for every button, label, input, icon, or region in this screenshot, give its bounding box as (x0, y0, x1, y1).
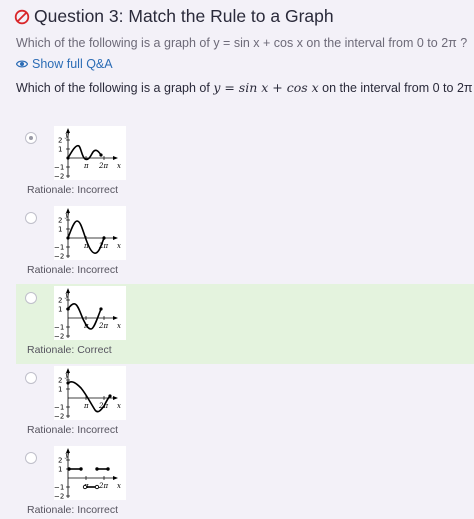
closed-endpoint (106, 467, 110, 471)
question-expression: y = sin x + cos x (213, 80, 319, 95)
option-graph-1[interactable]: y 2 1 −1 −2 π 2π x (54, 126, 126, 180)
x-axis-label: x (117, 242, 121, 250)
ban-icon (14, 9, 30, 24)
answer-radio-2[interactable] (25, 212, 37, 224)
function-curve (67, 144, 102, 161)
rationale-2: Rationale: Incorrect (27, 264, 119, 276)
answer-radio-5[interactable] (25, 452, 37, 464)
question-text: Which of the following is a graph of y =… (16, 80, 474, 95)
show-full-qa-link[interactable]: Show full Q&A (16, 57, 113, 71)
x-axis-arrow (113, 476, 118, 480)
option-graph-5-svg: y 2 1 −1 −2 π 2π x (54, 448, 121, 501)
option-graph-2-svg: y 2 1 −1 −2 π 2π x (54, 208, 121, 261)
tick-label-1: 1 (58, 386, 62, 394)
option-graph-2[interactable]: y 2 1 −1 −2 π 2π x (54, 206, 126, 260)
tick-label-1: 1 (58, 466, 62, 474)
rationale-4: Rationale: Incorrect (27, 424, 119, 436)
answer-option-1[interactable]: y 2 1 −1 −2 π 2π x Rationale: Incorrect (16, 124, 474, 204)
option-graph-1-svg: y 2 1 −1 −2 π 2π x (54, 128, 121, 181)
curve-endpoint (66, 236, 70, 240)
question-title-row: Question 3: Match the Rule to a Graph (14, 6, 334, 27)
closed-endpoint (95, 467, 99, 471)
rationale-3: Rationale: Correct (27, 344, 112, 356)
tick-label-neg2: −2 (54, 333, 64, 341)
x-axis-arrow (113, 316, 118, 320)
tick-label-neg1: −1 (54, 404, 64, 412)
curve-endpoint (66, 156, 70, 160)
option-graph-5[interactable]: y 2 1 −1 −2 π 2π x (54, 446, 126, 500)
tick-label-neg2: −2 (54, 413, 64, 421)
open-endpoint (82, 484, 88, 490)
curve-endpoint (99, 153, 103, 157)
option-graph-4-svg: y 2 1 −1 −2 π 2π x (54, 368, 121, 421)
x-axis-label: x (117, 162, 121, 170)
curve-endpoint (99, 307, 103, 311)
answer-option-5[interactable]: y 2 1 −1 −2 π 2π x Rationale: Incorrect (16, 444, 474, 519)
answer-option-4[interactable]: y 2 1 −1 −2 π 2π x Rationale: Incorrect (16, 364, 474, 444)
option-graph-3[interactable]: y 2 1 −1 −2 π 2π x (54, 286, 126, 340)
curve-endpoint (66, 307, 70, 311)
question-title: Question 3: Match the Rule to a Graph (34, 6, 334, 26)
two-pi-tick-label: 2π (98, 162, 108, 170)
closed-endpoint (67, 467, 71, 471)
curve-endpoint (66, 381, 70, 385)
closed-endpoint (79, 467, 83, 471)
pi-tick-label: π (83, 162, 89, 170)
tick-label-neg1: −1 (54, 164, 64, 172)
two-pi-tick-label: 2π (98, 482, 108, 490)
show-full-qa-label[interactable]: Show full Q&A (32, 57, 113, 71)
open-endpoint (94, 484, 100, 490)
tick-label-1: 1 (58, 306, 62, 314)
tick-label-2: 2 (58, 457, 62, 465)
tick-label-neg1: −1 (54, 484, 64, 492)
question-prefix: Which of the following is a graph of (16, 81, 214, 95)
x-axis-arrow (113, 396, 118, 400)
option-graph-4[interactable]: y 2 1 −1 −2 π 2π x (54, 366, 126, 420)
answer-radio-4[interactable] (25, 372, 37, 384)
two-pi-tick-label: 2π (98, 322, 108, 330)
tick-label-2: 2 (58, 217, 62, 225)
curve-endpoint (108, 394, 112, 398)
rationale-5: Rationale: Incorrect (27, 504, 119, 516)
question-suffix: on the interval from 0 to 2π ? (318, 81, 474, 95)
answer-option-3[interactable]: y 2 1 −1 −2 π 2π x Rationale: Correct (16, 284, 474, 364)
answer-radio-1[interactable] (25, 132, 37, 144)
question-summary: Which of the following is a graph of y =… (16, 36, 468, 50)
x-axis-arrow (113, 236, 118, 240)
tick-label-neg2: −2 (54, 253, 64, 261)
pi-tick-label: π (83, 402, 89, 410)
tick-label-neg1: −1 (54, 324, 64, 332)
tick-label-neg1: −1 (54, 244, 64, 252)
x-axis-label: x (117, 482, 121, 490)
tick-label-neg2: −2 (54, 493, 64, 501)
answer-option-2[interactable]: y 2 1 −1 −2 π 2π x Rationale: Incorrect (16, 204, 474, 284)
tick-label-2: 2 (58, 297, 62, 305)
rationale-1: Rationale: Incorrect (27, 184, 119, 196)
tick-label-2: 2 (58, 377, 62, 385)
tick-label-2: 2 (58, 137, 62, 145)
answer-radio-3[interactable] (25, 292, 37, 304)
curve-endpoint (102, 236, 106, 240)
tick-label-1: 1 (58, 226, 62, 234)
option-graph-3-svg: y 2 1 −1 −2 π 2π x (54, 288, 121, 341)
tick-label-neg2: −2 (54, 173, 64, 181)
x-axis-label: x (117, 322, 121, 330)
x-axis-label: x (117, 402, 121, 410)
tick-label-1: 1 (58, 146, 62, 154)
eye-icon (16, 60, 28, 68)
x-axis-arrow (113, 156, 118, 160)
